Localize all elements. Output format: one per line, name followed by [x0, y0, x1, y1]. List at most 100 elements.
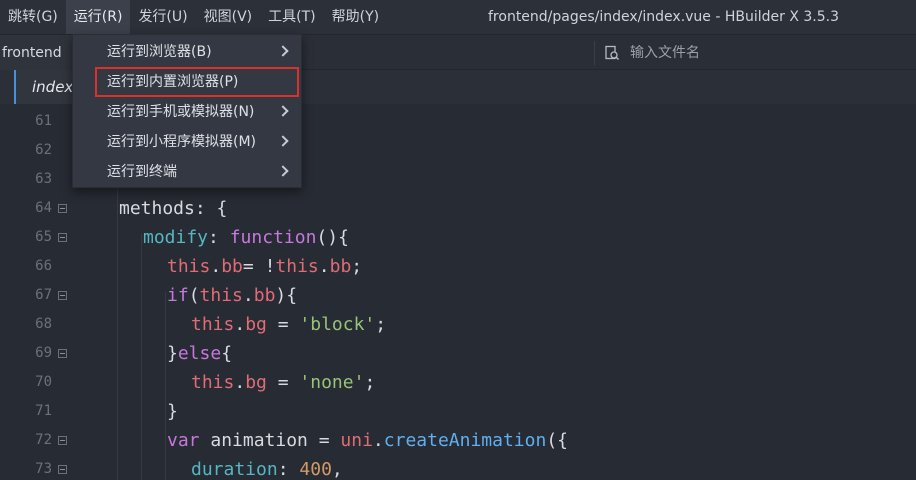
menu-item-label: 运行到小程序模拟器(M)	[107, 134, 257, 150]
code-token: this	[199, 285, 243, 306]
menu-item-run-to-builtin-browser[interactable]: 运行到内置浏览器(P)	[95, 67, 299, 97]
chevron-right-icon	[277, 105, 289, 117]
code-token: ){	[275, 285, 298, 306]
code-token: .	[318, 256, 330, 277]
code-token: var	[167, 430, 200, 451]
code-token: duration	[191, 459, 278, 480]
fold-toggle-icon[interactable]	[58, 291, 67, 300]
menu-help[interactable]: 帮助(Y)	[324, 0, 387, 34]
code-token: :	[208, 227, 230, 248]
code-token: modify	[143, 227, 209, 248]
code-token: function	[229, 227, 317, 248]
code-line[interactable]: }else{	[167, 339, 232, 368]
chevron-right-icon	[277, 45, 289, 57]
code-line[interactable]: var animation = uni.createAnimation({	[167, 426, 568, 455]
code-token: animation =	[199, 430, 341, 451]
fold-toggle-icon[interactable]	[58, 465, 67, 474]
code-token: else	[177, 343, 222, 364]
fold-toggle-icon[interactable]	[58, 233, 67, 242]
menu-item-label: 运行到手机或模拟器(N)	[107, 104, 255, 120]
code-token: methods: {	[119, 198, 228, 219]
gutter-line: 66	[0, 252, 100, 281]
code-token: (	[188, 285, 200, 306]
code-token: 400	[299, 459, 332, 480]
code-token: .	[372, 430, 384, 451]
code-token: this	[167, 256, 211, 277]
indent-guide	[141, 234, 142, 480]
line-number: 64	[35, 200, 52, 216]
code-line[interactable]: modify: function(){	[143, 223, 349, 252]
fold-toggle-icon[interactable]	[58, 436, 67, 445]
code-token: =	[266, 372, 300, 393]
window-title: frontend/pages/index/index.vue - HBuilde…	[488, 9, 840, 25]
indent-guide	[117, 162, 118, 480]
menu-jump[interactable]: 跳转(G)	[0, 0, 66, 34]
menu-item-run-to-phone-or-emulator[interactable]: 运行到手机或模拟器(N)	[73, 97, 301, 127]
code-token: .	[242, 285, 254, 306]
line-number: 63	[35, 171, 52, 187]
code-token: }	[167, 401, 178, 422]
chevron-right-icon	[277, 165, 289, 177]
code-token: bb	[221, 256, 243, 277]
fold-toggle-icon[interactable]	[58, 204, 67, 213]
project-name[interactable]: frontend	[0, 35, 72, 71]
code-token: .	[210, 256, 222, 277]
menu-publish[interactable]: 发行(U)	[130, 0, 195, 34]
code-token: .	[234, 314, 246, 335]
code-token: bb	[253, 285, 276, 306]
gutter-line: 70	[0, 368, 100, 397]
menu-item-run-to-miniprogram-emulator[interactable]: 运行到小程序模拟器(M)	[73, 127, 301, 157]
chevron-right-icon	[277, 135, 289, 147]
code-token: this	[275, 256, 319, 277]
line-number: 61	[35, 113, 52, 129]
code-token: = !	[242, 256, 276, 277]
menu-view[interactable]: 视图(V)	[196, 0, 261, 34]
toolbar-divider	[594, 41, 595, 65]
menu-item-label: 运行到终端	[107, 164, 177, 180]
code-token: ;	[351, 256, 363, 277]
menu-item-run-to-terminal[interactable]: 运行到终端	[73, 157, 301, 187]
menu-item-label: 运行到浏览器(B)	[107, 44, 212, 60]
file-search-icon	[605, 45, 620, 61]
code-token: 'block'	[299, 314, 376, 335]
fold-toggle-icon[interactable]	[58, 349, 67, 358]
line-number: 67	[35, 287, 52, 303]
code-token: bb	[329, 256, 352, 277]
gutter-line: 65	[0, 223, 100, 252]
code-line[interactable]: if(this.bb){	[167, 281, 297, 310]
code-line[interactable]: duration: 400,	[191, 455, 343, 480]
file-search[interactable]	[598, 39, 916, 67]
line-number: 73	[35, 461, 52, 477]
line-number: 62	[35, 142, 52, 158]
code-token: =	[266, 314, 300, 335]
code-token: .	[234, 372, 246, 393]
code-token: bg	[245, 314, 267, 335]
code-line[interactable]: }	[167, 397, 178, 426]
menu-run[interactable]: 运行(R)	[65, 0, 131, 34]
line-number: 69	[35, 345, 52, 361]
code-token: 'none'	[299, 372, 365, 393]
code-line[interactable]: methods: {	[119, 194, 227, 223]
code-token: {	[221, 343, 233, 364]
code-token: }	[167, 343, 178, 364]
line-number: 65	[35, 229, 52, 245]
code-line[interactable]: this.bg = 'none';	[191, 368, 375, 397]
code-line[interactable]: this.bb= !this.bb;	[167, 252, 362, 281]
code-token: createAnimation	[383, 430, 547, 451]
code-token: this	[191, 372, 235, 393]
run-menu-dropdown: 运行到浏览器(B) 运行到内置浏览器(P) 运行到手机或模拟器(N) 运行到小程…	[72, 34, 302, 188]
file-search-input[interactable]	[630, 45, 890, 61]
line-number: 71	[35, 403, 52, 419]
gutter-line: 72	[0, 426, 100, 455]
code-line[interactable]: this.bg = 'block';	[191, 310, 386, 339]
gutter-line: 69	[0, 339, 100, 368]
gutter-line: 67	[0, 281, 100, 310]
menu-tools[interactable]: 工具(T)	[260, 0, 323, 34]
code-token: bg	[245, 372, 267, 393]
gutter-line: 71	[0, 397, 100, 426]
code-token: ;	[364, 372, 376, 393]
menu-item-run-to-browser[interactable]: 运行到浏览器(B)	[73, 37, 301, 67]
code-token: (){	[316, 227, 349, 248]
line-number: 68	[35, 316, 52, 332]
code-token: if	[167, 285, 189, 306]
